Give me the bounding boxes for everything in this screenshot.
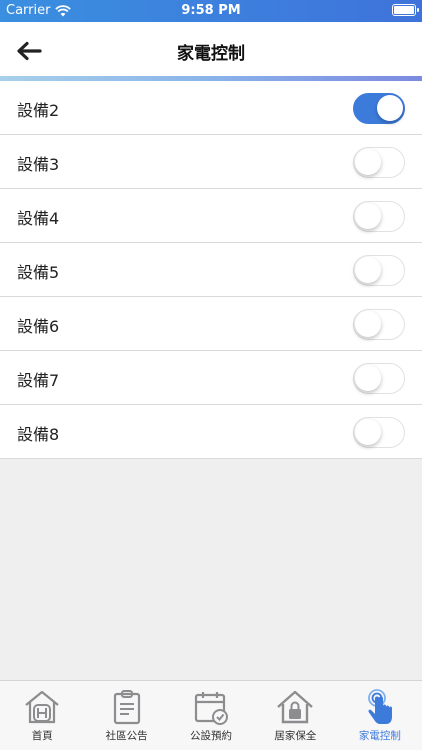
device-toggle[interactable] <box>353 255 405 286</box>
arrow-left-icon <box>17 41 42 61</box>
device-toggle[interactable] <box>353 201 405 232</box>
tab-label: 公設預約 <box>190 730 233 742</box>
status-bar: Carrier 9:58 PM <box>0 0 422 22</box>
touch-hand-icon <box>367 689 392 724</box>
page-title: 家電控制 <box>177 44 245 64</box>
device-label: 設備3 <box>17 155 60 174</box>
calendar-icon <box>194 692 229 725</box>
nav-header: 家電控制 <box>0 22 422 78</box>
device-list: 設備2 設備3 設備4 設備5 設備6 設備7 設備8 <box>0 81 422 459</box>
device-row: 設備2 <box>0 81 422 135</box>
device-label: 設備5 <box>17 263 60 282</box>
top-area: Carrier 9:58 PM 家電控制 <box>0 0 422 81</box>
device-toggle[interactable] <box>353 93 405 124</box>
tab-label: 家電控制 <box>358 730 401 742</box>
house-lock-icon <box>277 690 314 724</box>
device-row: 設備5 <box>0 243 422 297</box>
device-toggle[interactable] <box>353 363 405 394</box>
device-row: 設備7 <box>0 351 422 405</box>
device-label: 設備2 <box>17 101 60 120</box>
device-toggle[interactable] <box>353 147 405 178</box>
device-label: 設備7 <box>17 371 60 390</box>
device-row: 設備8 <box>0 405 422 459</box>
tab-announcements[interactable]: 社區公告 <box>84 681 168 750</box>
tab-security[interactable]: 居家保全 <box>253 681 337 750</box>
device-row: 設備6 <box>0 297 422 351</box>
device-toggle[interactable] <box>353 417 405 448</box>
tab-booking[interactable]: 公設預約 <box>169 681 253 750</box>
device-toggle[interactable] <box>353 309 405 340</box>
back-button[interactable] <box>14 38 44 64</box>
clipboard-icon <box>113 690 140 725</box>
tab-label: 首頁 <box>31 730 53 742</box>
tab-label: 社區公告 <box>105 730 148 742</box>
status-time: 9:58 PM <box>181 3 241 18</box>
tab-home[interactable]: 首頁 <box>0 681 84 750</box>
battery-icon <box>392 4 419 16</box>
device-row: 設備4 <box>0 189 422 243</box>
tab-bar: 首頁 社區公告 公設預約 居家保全 家電控制 <box>0 680 422 750</box>
tab-appliance-control[interactable]: 家電控制 <box>338 681 422 750</box>
device-label: 設備4 <box>17 209 60 228</box>
device-label: 設備8 <box>17 425 60 444</box>
tab-label: 居家保全 <box>274 730 317 742</box>
device-label: 設備6 <box>17 317 60 336</box>
home-icon <box>25 690 59 724</box>
device-row: 設備3 <box>0 135 422 189</box>
